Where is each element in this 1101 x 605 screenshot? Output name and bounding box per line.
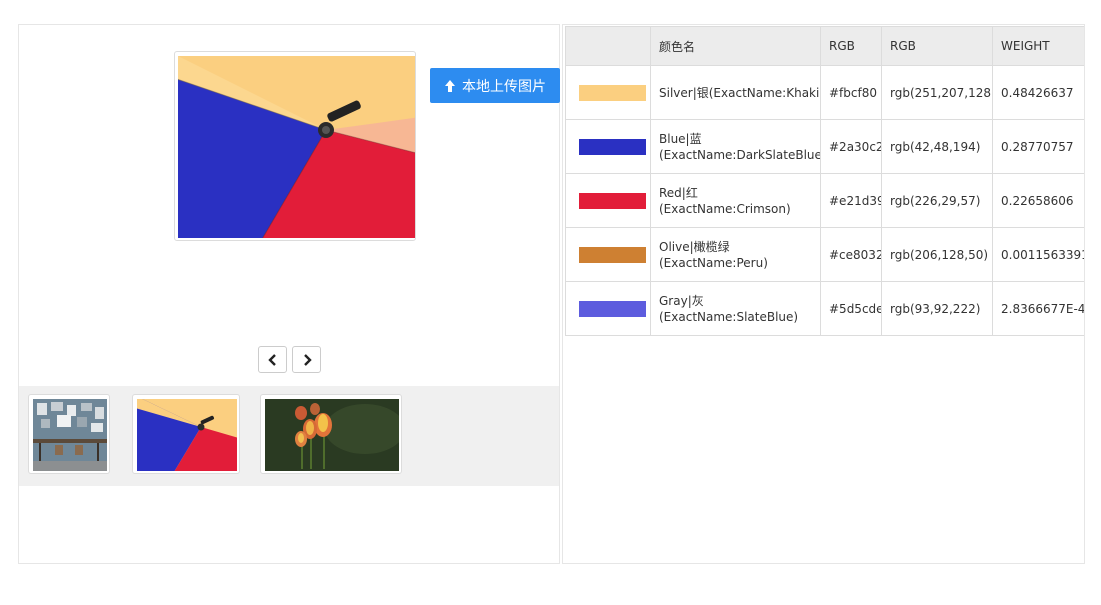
header-rgb: RGB (881, 26, 993, 66)
chevron-left-icon (267, 353, 276, 366)
color-weight: 2.8366677E-4 (992, 281, 1084, 336)
color-exact-name: (ExactName:Crimson) (659, 201, 791, 216)
thumbnail-umbrella[interactable] (132, 394, 240, 474)
thumbnail-strip (19, 386, 559, 486)
image-preview (174, 51, 416, 241)
thumbnail-room[interactable] (28, 394, 110, 474)
color-rgb: rgb(93,92,222) (881, 281, 993, 336)
header-hex: RGB (820, 26, 882, 66)
color-swatch (579, 300, 646, 317)
color-swatch (579, 246, 646, 263)
color-hex: #5d5cde (820, 281, 882, 336)
color-hex: #2a30c2 (820, 119, 882, 174)
color-hex: #ce8032 (820, 227, 882, 282)
table-row: Olive|橄榄绿 (ExactName:Peru) #ce8032 rgb(2… (565, 227, 1084, 282)
upload-arrow-icon (445, 79, 455, 92)
table-row: Gray|灰 (ExactName:SlateBlue) #5d5cde rgb… (565, 281, 1084, 336)
table-header-row: 颜色名 RGB RGB WEIGHT (565, 26, 1084, 66)
color-rgb: rgb(251,207,128) (881, 65, 993, 120)
image-pager (258, 346, 321, 373)
header-color-name: 颜色名 (650, 26, 821, 66)
color-weight: 0.0011563391 (992, 227, 1084, 282)
umbrella-thumb-image (137, 399, 237, 471)
color-swatch (579, 192, 646, 209)
color-swatch (579, 138, 646, 155)
color-analysis-panel: 颜色名 RGB RGB WEIGHT Silver|银(ExactName:Kh… (562, 24, 1085, 564)
color-weight: 0.22658606 (992, 173, 1084, 228)
thumbnail-tulips[interactable] (260, 394, 402, 474)
color-rgb: rgb(42,48,194) (881, 119, 993, 174)
color-exact-name: (ExactName:SlateBlue) (659, 309, 799, 324)
upload-local-image-button[interactable]: 本地上传图片 (430, 68, 560, 103)
next-image-button[interactable] (292, 346, 321, 373)
tulips-image (265, 399, 399, 471)
color-exact-name: (ExactName:DarkSlateBlue) (659, 147, 821, 162)
color-weight: 0.48426637 (992, 65, 1084, 120)
color-rgb: rgb(206,128,50) (881, 227, 993, 282)
room-image (33, 399, 107, 471)
header-swatch (565, 26, 651, 66)
color-name: Gray|灰 (659, 293, 704, 308)
table-row: Blue|蓝 (ExactName:DarkSlateBlue) #2a30c2… (565, 119, 1084, 174)
color-name: Silver|银(ExactName:Khaki) (659, 85, 821, 100)
color-name: Blue|蓝 (659, 131, 702, 146)
color-hex: #e21d39 (820, 173, 882, 228)
umbrella-image (178, 56, 415, 238)
color-weight: 0.28770757 (992, 119, 1084, 174)
upload-button-label: 本地上传图片 (462, 78, 546, 95)
chevron-right-icon (303, 353, 312, 366)
color-hex: #fbcf80 (820, 65, 882, 120)
prev-image-button[interactable] (258, 346, 287, 373)
color-table: 颜色名 RGB RGB WEIGHT Silver|银(ExactName:Kh… (565, 26, 1084, 336)
color-name: Red|红 (659, 185, 698, 200)
color-rgb: rgb(226,29,57) (881, 173, 993, 228)
color-name: Olive|橄榄绿 (659, 239, 730, 254)
image-panel: 本地上传图片 (18, 24, 560, 564)
header-weight: WEIGHT (992, 26, 1084, 66)
table-row: Red|红 (ExactName:Crimson) #e21d39 rgb(22… (565, 173, 1084, 228)
color-exact-name: (ExactName:Peru) (659, 255, 768, 270)
table-row: Silver|银(ExactName:Khaki) #fbcf80 rgb(25… (565, 65, 1084, 120)
color-swatch (579, 84, 646, 101)
